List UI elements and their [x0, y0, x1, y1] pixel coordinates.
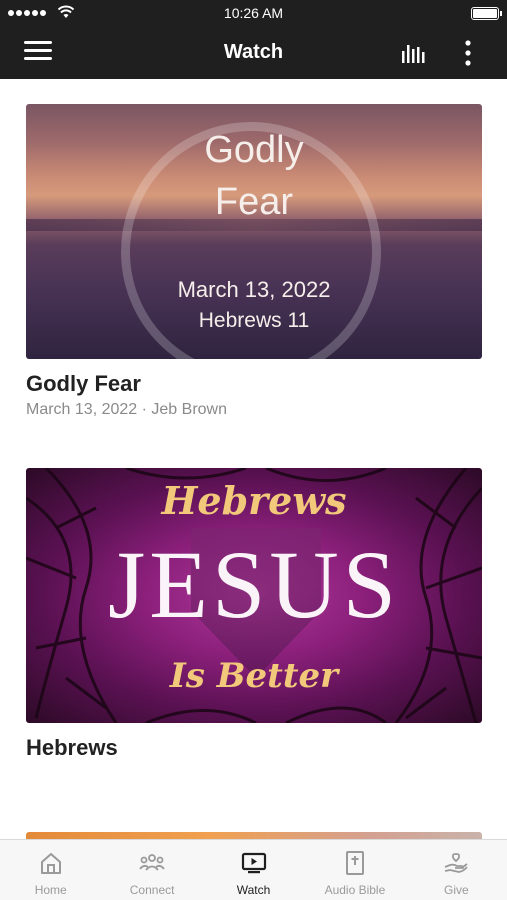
series-overline: Hebrews [161, 478, 347, 523]
tab-label: Audio Bible [324, 883, 386, 897]
series-thumbnail[interactable]: Hebrews JESUS Is Better [26, 468, 482, 723]
series-tagline: Is Better [169, 656, 339, 696]
series-main-word: JESUS [107, 531, 401, 638]
tab-label: Connect [129, 883, 175, 897]
media-feed: Godly Fear March 13, 2022 Hebrews 11 God… [0, 79, 507, 839]
tab-audio-bible[interactable]: Audio Bible [304, 840, 405, 900]
next-thumbnail-partial[interactable] [26, 832, 482, 839]
media-card-hebrews[interactable]: Hebrews JESUS Is Better Hebrews [26, 468, 482, 761]
home-icon [40, 853, 61, 874]
give-hand-icon [444, 853, 469, 873]
vertical-ellipsis-icon[interactable] [460, 39, 476, 67]
app-screen: 10:26 AM Watch Godly Fear March 13, 2022… [0, 0, 507, 900]
tab-connect[interactable]: Connect [101, 840, 202, 900]
people-icon [139, 854, 165, 871]
tab-label: Home [34, 883, 67, 897]
tab-home[interactable]: Home [0, 840, 101, 900]
media-title[interactable]: Hebrews [26, 735, 482, 761]
thumbnail-date: March 13, 2022 [177, 277, 331, 302]
status-time: 10:26 AM [223, 5, 284, 21]
battery-icon [471, 7, 502, 20]
status-bar: 10:26 AM [0, 0, 507, 27]
thumbnail-title-line-2: Fear [214, 181, 294, 223]
video-icon [241, 852, 266, 874]
audio-levels-icon[interactable] [400, 41, 430, 65]
top-nav-bar: Watch [0, 27, 507, 79]
tab-label: Watch [236, 883, 271, 897]
tab-label: Give [443, 883, 469, 897]
media-card-godly-fear[interactable]: Godly Fear March 13, 2022 Hebrews 11 God… [26, 104, 482, 419]
tab-watch[interactable]: Watch [203, 840, 304, 900]
bible-icon [345, 851, 364, 875]
thumbnail-title: Godly Fear [26, 124, 482, 228]
tab-give[interactable]: Give [406, 840, 507, 900]
page-title: Watch [223, 41, 284, 63]
bottom-tab-bar: Home Connect Watch Audio Bible Give [0, 839, 507, 900]
thumbnail-title-line-1: Godly [204, 129, 304, 171]
sermon-thumbnail[interactable]: Godly Fear March 13, 2022 Hebrews 11 [26, 104, 482, 359]
media-meta: March 13, 2022 · Jeb Brown [26, 401, 227, 418]
media-title[interactable]: Godly Fear [26, 371, 482, 397]
thumbnail-scripture: Hebrews 11 [198, 309, 310, 332]
media-card-next[interactable] [26, 832, 482, 839]
